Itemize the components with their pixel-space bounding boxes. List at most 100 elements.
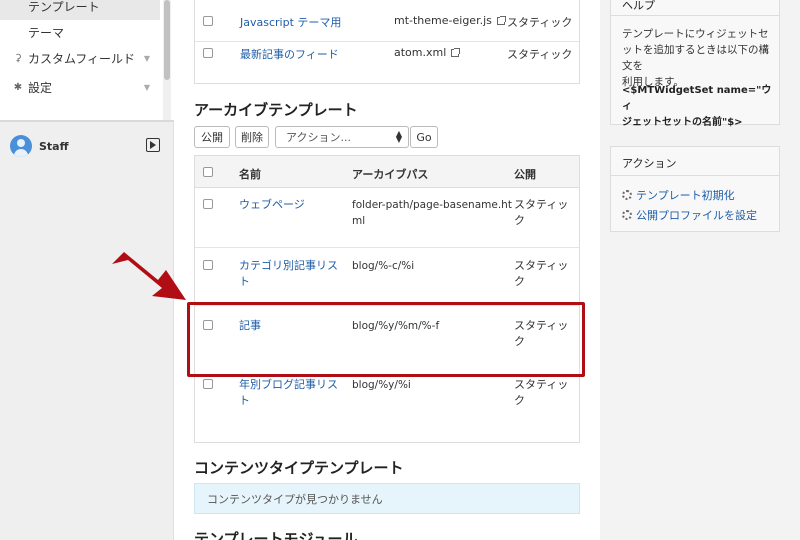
pointer-arrow-icon [112, 252, 186, 300]
sidebar-item-label: テーマ [28, 25, 65, 40]
sidebar-item-label: テンプレート [28, 0, 100, 14]
sidebar-nav: テンプレート テーマ ⚳ カスタムフィールド ▼ ✱ 設定 ▼ [0, 0, 174, 122]
actions-title: アクション [622, 157, 677, 170]
publish-line: ク [514, 275, 525, 288]
publish-line: ク [514, 394, 525, 407]
publish-type: スタティック [507, 16, 573, 29]
column-header-name[interactable]: 名前 [239, 166, 261, 182]
user-menu[interactable]: Staff [10, 134, 164, 158]
row-checkbox[interactable] [203, 48, 213, 58]
table-header: 名前 アーカイブパス 公開 [195, 156, 579, 188]
empty-state-message: コンテンツタイプが見つかりません [194, 483, 580, 514]
publish-profile-link[interactable]: 公開プロファイルを設定 [622, 207, 757, 223]
table-row: 年別ブログ記事リスト blog/%y/%i スタティック [195, 376, 579, 442]
template-name-link[interactable]: ウェブページ [239, 197, 305, 213]
name-line: ウェブページ [239, 198, 305, 211]
table-row: カテゴリ別記事リスト blog/%-c/%i スタティック [195, 248, 579, 306]
path-line: blog/%-c/%i [352, 260, 415, 272]
publish-line: スタティッ [514, 378, 569, 391]
help-text: テンプレートにウィジェットセ ットを追加するときは以下の構文を 利用します。 [622, 26, 779, 90]
publish-type: スタティック [514, 258, 568, 290]
name-line: ト [239, 275, 250, 288]
avatar [10, 135, 32, 157]
help-code-line: <$MTWidgetSet name="ウィ [622, 85, 772, 112]
sidebar-item-themes[interactable]: テーマ [0, 18, 160, 46]
reset-templates-link[interactable]: テンプレート初期化 [622, 187, 735, 203]
archive-path: folder-path/page-basename.ht ml [352, 197, 512, 229]
help-text-line: テンプレートにウィジェットセ [622, 28, 769, 40]
divider [611, 175, 779, 176]
play-icon[interactable] [146, 138, 160, 152]
actions-panel: アクション テンプレート初期化 公開プロファイルを設定 [610, 146, 780, 232]
external-link-icon[interactable] [496, 16, 506, 25]
publish-line: ク [514, 214, 525, 227]
archive-template-table: 名前 アーカイブパス 公開 ウェブページ folder-path/page-ba… [194, 155, 580, 443]
module-section-title: テンプレートモジュール [194, 530, 358, 540]
sidebar-item-templates[interactable]: テンプレート [0, 0, 160, 20]
chevron-down-icon: ▼ [143, 82, 150, 92]
sidebar-item-label: 設定 [28, 80, 53, 95]
table-row: 最新記事のフィード atom.xml スタティック [195, 42, 579, 85]
gear-icon [622, 190, 632, 200]
name-line: 年別ブログ記事リス [239, 378, 338, 391]
help-panel: ヘルプ テンプレートにウィジェットセ ットを追加するときは以下の構文を 利用しま… [610, 0, 780, 128]
output-file: atom.xml [394, 46, 461, 59]
template-name-link[interactable]: カテゴリ別記事リスト [239, 258, 338, 290]
sidebar-scrollbar[interactable] [163, 0, 171, 120]
external-link-icon[interactable] [451, 48, 461, 57]
row-checkbox[interactable] [203, 16, 213, 26]
publish-type: スタティック [514, 197, 568, 229]
publish-type: スタティック [507, 48, 573, 61]
publish-line: スタティッ [514, 259, 569, 272]
action-select[interactable]: アクション... ▲ ▼ [275, 126, 409, 148]
output-file: mt-theme-eiger.js [394, 14, 506, 27]
help-text-line: ットを追加するときは以下の構文を [622, 44, 769, 72]
path-line: folder-path/page-basename.ht [352, 199, 512, 211]
column-header-publish[interactable]: 公開 [514, 166, 536, 182]
row-checkbox[interactable] [203, 379, 213, 389]
action-select-value: アクション... [286, 131, 351, 144]
delete-button[interactable]: 削除 [235, 126, 269, 148]
help-title: ヘルプ [622, 0, 655, 12]
select-arrows-icon: ▲ ▼ [395, 129, 402, 144]
chevron-down-icon: ▼ [143, 53, 150, 63]
table-row: Javascript テーマ用 mt-theme-eiger.js スタティック [195, 0, 579, 42]
output-file-text: mt-theme-eiger.js [394, 14, 492, 27]
scrollbar-thumb[interactable] [164, 0, 170, 80]
sidebar-item-settings[interactable]: ✱ 設定 ▼ [0, 73, 160, 101]
archive-path: blog/%-c/%i [352, 258, 414, 274]
column-header-path[interactable]: アーカイブパス [352, 166, 428, 182]
help-code: <$MTWidgetSet name="ウィ ジェットセットの名前"$> [622, 83, 779, 131]
output-file-text: atom.xml [394, 46, 447, 59]
gear-icon [622, 210, 632, 220]
custom-field-icon: ⚳ [14, 52, 22, 64]
content-type-section-title: コンテンツタイプテンプレート [194, 459, 404, 477]
index-template-table: Javascript テーマ用 mt-theme-eiger.js スタティック… [194, 0, 580, 84]
archive-section-title: アーカイブテンプレート [194, 101, 358, 119]
user-name: Staff [39, 139, 69, 153]
select-all-checkbox[interactable] [203, 167, 213, 177]
template-name-link[interactable]: 最新記事のフィード [240, 46, 339, 62]
publish-button[interactable]: 公開 [194, 126, 230, 148]
sidebar-item-custom-fields[interactable]: ⚳ カスタムフィールド ▼ [0, 44, 160, 72]
go-button[interactable]: Go [410, 126, 438, 148]
name-line: カテゴリ別記事リス [239, 259, 338, 272]
gear-icon: ✱ [13, 81, 23, 93]
path-line: ml [352, 215, 366, 227]
archive-path: blog/%y/%i [352, 377, 411, 393]
row-checkbox[interactable] [203, 199, 213, 209]
name-line: ト [239, 394, 250, 407]
publish-line: スタティッ [514, 198, 569, 211]
template-name-link[interactable]: 年別ブログ記事リスト [239, 377, 338, 409]
divider [611, 15, 779, 16]
action-link-label: テンプレート初期化 [636, 189, 735, 202]
help-code-line: ジェットセットの名前"$> [622, 117, 743, 128]
template-name-link[interactable]: Javascript テーマ用 [240, 14, 341, 30]
sidebar-item-label: カスタムフィールド [28, 51, 136, 66]
highlight-box [187, 302, 585, 377]
path-line: blog/%y/%i [352, 379, 411, 391]
action-link-label: 公開プロファイルを設定 [636, 209, 757, 222]
publish-type: スタティック [514, 377, 568, 409]
table-row: ウェブページ folder-path/page-basename.ht ml スタ… [195, 189, 579, 248]
row-checkbox[interactable] [203, 260, 213, 270]
